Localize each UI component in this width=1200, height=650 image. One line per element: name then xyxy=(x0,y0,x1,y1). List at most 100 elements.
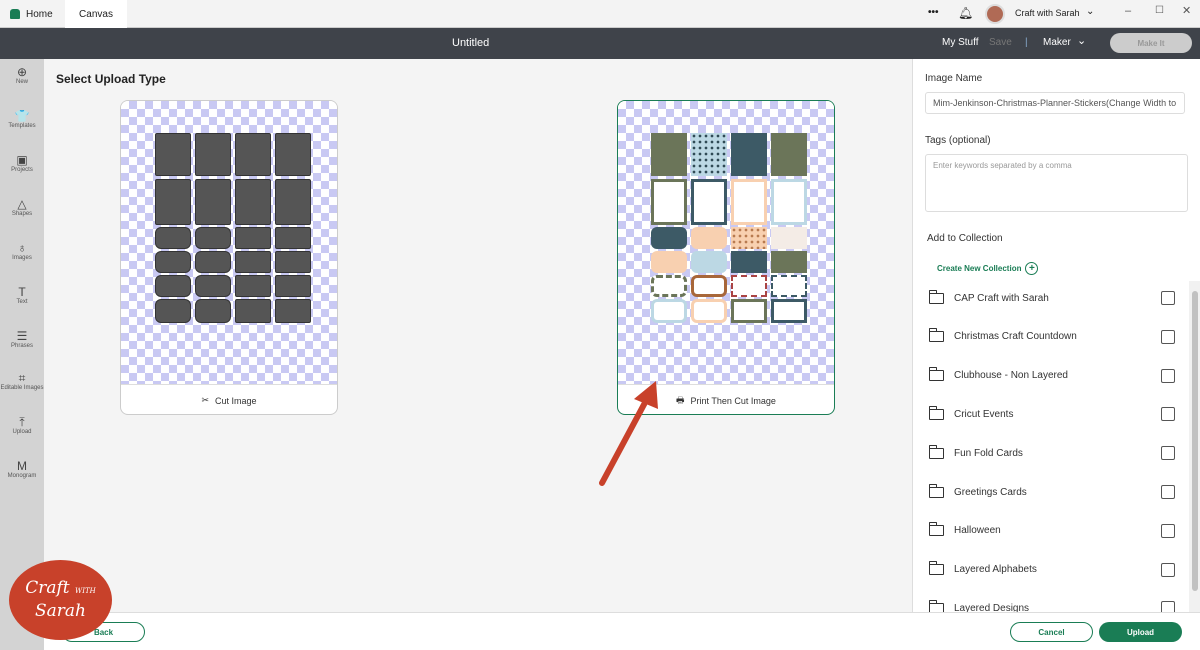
sticker-shape xyxy=(771,275,807,297)
sidebar-item-projects[interactable]: ▣ Projects xyxy=(0,153,44,173)
print-then-cut-card[interactable]: 🖶 Print Then Cut Image xyxy=(617,100,835,415)
scrollbar[interactable] xyxy=(1189,281,1200,612)
minimize-icon[interactable]: – xyxy=(1125,5,1131,17)
upload-button[interactable]: Upload xyxy=(1099,622,1182,642)
collection-checkbox[interactable] xyxy=(1161,523,1175,538)
sticker-shape xyxy=(235,227,271,249)
sticker-shape xyxy=(155,299,191,323)
sticker-shape xyxy=(771,299,807,323)
sticker-shape xyxy=(731,133,767,176)
collection-name: Fun Fold Cards xyxy=(954,447,1023,459)
cancel-button[interactable]: Cancel xyxy=(1010,622,1093,642)
sidebar-item-label: Shapes xyxy=(11,211,33,217)
sidebar-item-label: Text xyxy=(16,299,28,305)
sidebar-item-new[interactable]: ⊕ New xyxy=(0,65,44,85)
scissors-icon: ✂ xyxy=(201,395,209,405)
collection-checkbox[interactable] xyxy=(1161,407,1175,422)
sidebar-item-label: Monogram xyxy=(7,473,37,479)
sticker-shape xyxy=(771,179,807,225)
sidebar-item-templates[interactable]: 👕 Templates xyxy=(0,109,44,129)
chevron-down-icon[interactable]: ⌄ xyxy=(1077,34,1086,47)
sticker-shape xyxy=(771,251,807,273)
sticker-shape xyxy=(235,251,271,273)
collection-checkbox[interactable] xyxy=(1161,329,1175,344)
folder-icon xyxy=(928,289,944,304)
collection-checkbox[interactable] xyxy=(1161,485,1175,499)
sticker-shape xyxy=(275,299,311,323)
printer-icon: 🖶 xyxy=(676,394,685,405)
create-new-collection-button[interactable]: Create New Collection + xyxy=(937,262,1039,275)
collection-item[interactable]: Cricut Events xyxy=(928,404,1175,424)
upload-details-panel: Image Name Mim-Jenkinson-Christmas-Plann… xyxy=(912,59,1200,616)
account-name[interactable]: Craft with Sarah xyxy=(1015,8,1080,18)
sticker-shape xyxy=(651,227,687,249)
sidebar-item-phrases[interactable]: ☰ Phrases xyxy=(0,329,44,349)
tab-home-label: Home xyxy=(26,8,53,20)
collection-item[interactable]: CAP Craft with Sarah xyxy=(928,288,1175,308)
sticker-shape xyxy=(731,179,767,225)
craft-with-sarah-logo: Craft WITH Sarah xyxy=(9,560,112,640)
sidebar-item-shapes[interactable]: △ Shapes xyxy=(0,197,44,217)
sticker-shape xyxy=(235,179,271,225)
sticker-shape xyxy=(731,299,767,323)
collection-item[interactable]: Fun Fold Cards xyxy=(928,443,1175,463)
sticker-shape xyxy=(651,299,687,323)
my-stuff-link[interactable]: My Stuff xyxy=(942,37,979,48)
home-icon xyxy=(10,9,20,19)
collection-item[interactable]: Clubhouse - Non Layered xyxy=(928,366,1175,386)
avatar[interactable] xyxy=(985,4,1005,24)
sticker-shape xyxy=(275,251,311,273)
collection-checkbox[interactable] xyxy=(1161,562,1175,577)
images-icon: ♁ xyxy=(17,241,27,255)
collection-item[interactable]: Halloween xyxy=(928,521,1175,541)
sticker-shape xyxy=(691,133,727,176)
editable-images-icon: ⌗ xyxy=(18,371,26,385)
tab-canvas[interactable]: Canvas xyxy=(65,0,127,28)
more-menu-button[interactable]: ••• xyxy=(928,7,939,18)
collection-checkbox[interactable] xyxy=(1161,446,1175,461)
maximize-icon[interactable]: ☐ xyxy=(1155,5,1164,16)
make-it-button[interactable]: Make It xyxy=(1110,33,1192,53)
folder-icon xyxy=(928,444,944,459)
sticker-shape xyxy=(691,275,727,297)
collection-name: Greetings Cards xyxy=(954,486,1027,498)
sidebar-item-monogram[interactable]: M Monogram xyxy=(0,459,44,479)
sticker-shape xyxy=(155,251,191,273)
folder-icon xyxy=(928,367,944,382)
sidebar-item-label: New xyxy=(15,79,28,85)
collection-item[interactable]: Christmas Craft Countdown xyxy=(928,327,1175,347)
collection-item[interactable]: Layered Alphabets xyxy=(928,560,1175,580)
sticker-shape xyxy=(691,227,727,249)
sticker-shape xyxy=(155,227,191,249)
sticker-shape xyxy=(275,179,311,225)
sticker-shape xyxy=(195,179,231,225)
close-icon[interactable]: ✕ xyxy=(1182,4,1191,17)
sidebar-item-editable-images[interactable]: ⌗ Editable Images xyxy=(0,371,44,391)
collection-item[interactable]: Greetings Cards xyxy=(928,482,1175,502)
image-name-input[interactable]: Mim-Jenkinson-Christmas-Planner-Stickers… xyxy=(925,92,1185,114)
tab-home[interactable]: Home xyxy=(10,0,53,28)
tags-input[interactable]: Enter keywords separated by a comma xyxy=(925,154,1188,212)
sidebar-item-upload[interactable]: ⤒ Upload xyxy=(0,415,44,435)
sidebar-item-label: Editable Images xyxy=(0,385,44,391)
page-title: Select Upload Type xyxy=(56,72,166,86)
bell-icon[interactable]: 🔔︎ xyxy=(958,6,973,20)
sticker-shape xyxy=(155,275,191,297)
save-button[interactable]: Save xyxy=(989,37,1012,48)
collection-name: Layered Alphabets xyxy=(954,564,1037,576)
chevron-down-icon[interactable]: ⌄ xyxy=(1086,6,1094,17)
sidebar-item-text[interactable]: T Text xyxy=(0,285,44,305)
folder-icon xyxy=(928,561,944,576)
collection-name: Halloween xyxy=(954,525,1001,537)
collection-checkbox[interactable] xyxy=(1161,368,1175,383)
machine-select[interactable]: Maker xyxy=(1043,37,1071,48)
print-then-cut-label: Print Then Cut Image xyxy=(690,395,776,406)
cut-image-card[interactable]: ✂ Cut Image xyxy=(120,100,338,415)
sticker-shape xyxy=(155,179,191,225)
collection-checkbox[interactable] xyxy=(1161,291,1175,305)
sticker-shape xyxy=(691,299,727,323)
sidebar-item-images[interactable]: ♁ Images xyxy=(0,241,44,261)
sticker-shape xyxy=(771,133,807,176)
scrollbar-thumb[interactable] xyxy=(1192,291,1198,591)
folder-icon xyxy=(928,483,944,498)
